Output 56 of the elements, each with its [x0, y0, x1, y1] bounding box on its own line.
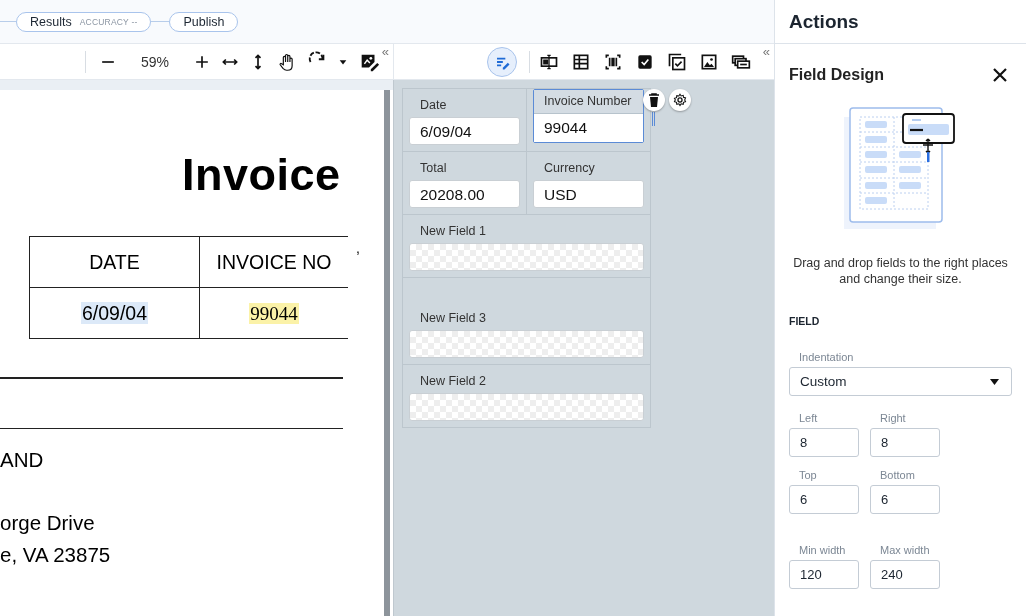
highlighted-value: 6/09/04 — [80, 301, 149, 324]
empty-field[interactable] — [409, 243, 644, 271]
group-label: FIELD — [789, 315, 821, 327]
field-label: Min width — [799, 544, 847, 556]
field-label: Right — [880, 412, 907, 424]
field-design-tool[interactable] — [487, 46, 517, 77]
empty-field[interactable] — [409, 330, 644, 358]
collapse-button[interactable]: « — [762, 44, 770, 59]
field-label: Bottom — [880, 469, 916, 481]
section-title: Field Design — [789, 66, 885, 84]
field-label: Left — [799, 412, 819, 424]
table-header: DATE — [89, 250, 140, 273]
document-text: AND — [0, 447, 45, 473]
number-field[interactable]: 6 — [789, 485, 859, 514]
delete-button[interactable] — [643, 89, 665, 111]
empty-field[interactable] — [409, 393, 644, 421]
number-field[interactable]: 240 — [870, 560, 940, 589]
field-label: Indentation — [799, 351, 855, 363]
text-field[interactable]: 6/09/04 — [409, 117, 520, 145]
zoom-level: 59% — [140, 53, 170, 70]
field-label: Date — [419, 97, 448, 114]
field-label: Total — [419, 160, 448, 177]
panel-title: Actions — [775, 0, 1026, 44]
pipeline-step[interactable]: Results ACCURACY -- — [16, 11, 152, 32]
table-header: INVOICE NO — [216, 250, 332, 273]
document-text: e, VA 23875 — [0, 542, 112, 568]
number-field[interactable]: 6 — [870, 485, 940, 514]
field-label: New Field 1 — [419, 223, 487, 240]
field-label: New Field 3 — [419, 310, 487, 327]
indentation-select[interactable]: Custom — [789, 367, 1012, 396]
resize-handle[interactable] — [652, 112, 655, 126]
scrollbar[interactable] — [384, 90, 390, 616]
field-label: Top — [799, 469, 818, 481]
text-field[interactable]: USD — [533, 180, 644, 208]
settings-icon — [673, 93, 687, 107]
pipeline-step[interactable]: Publish — [169, 11, 239, 32]
text-field[interactable]: 20208.00 — [409, 180, 520, 208]
collapse-button[interactable]: « — [381, 44, 389, 59]
field-label: Max width — [880, 544, 931, 556]
description: Drag and drop fields to the right places and change their size. — [792, 255, 1009, 287]
number-field[interactable]: 8 — [789, 428, 859, 457]
document-title: Invoice — [182, 149, 342, 201]
document-mark: , — [356, 240, 360, 256]
number-field[interactable]: 120 — [789, 560, 859, 589]
settings-button[interactable] — [669, 89, 691, 111]
close-icon[interactable] — [993, 68, 1007, 82]
field-label: Invoice Number — [534, 90, 643, 114]
number-field[interactable]: 8 — [870, 428, 940, 457]
checkbox-group-icon — [667, 51, 687, 72]
document-text: orge Drive — [0, 510, 96, 536]
caret-icon — [990, 378, 999, 385]
field-label: New Field 2 — [419, 373, 487, 390]
trash-icon — [648, 93, 660, 107]
highlighted-value: 99044 — [249, 302, 299, 324]
text-field[interactable]: 99044 — [534, 114, 643, 142]
field-label: Currency — [543, 160, 596, 177]
